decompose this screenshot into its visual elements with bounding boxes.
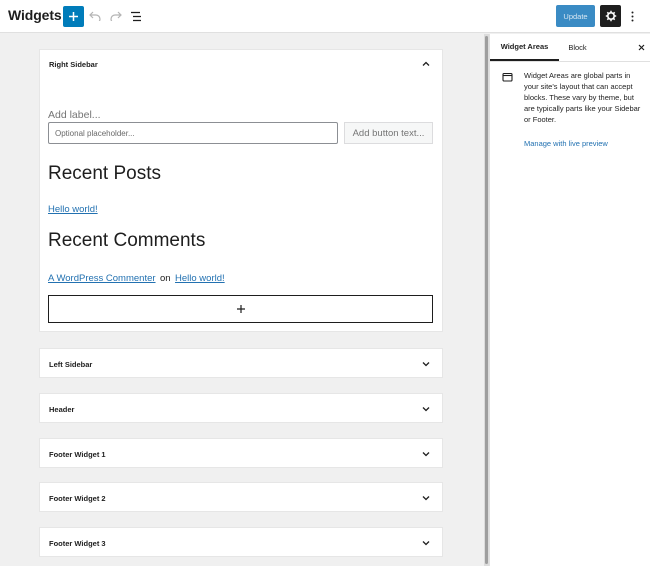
widget-area-title: Footer Widget 3 [49, 539, 106, 548]
close-sidebar-button[interactable] [636, 42, 646, 52]
tab-block[interactable]: Block [559, 34, 596, 61]
more-options-button[interactable] [627, 8, 637, 24]
redo-icon [110, 11, 122, 21]
more-vertical-icon [631, 11, 633, 21]
manage-live-preview-link[interactable]: Manage with live preview [524, 139, 608, 148]
widget-area-title: Footer Widget 1 [49, 450, 106, 459]
recent-comments-list: A WordPress Commenter on Hello world! [48, 268, 225, 286]
chevron-down-icon [422, 407, 430, 412]
search-label-placeholder[interactable]: Add label... [48, 109, 101, 121]
widget-area-header[interactable]: Header [39, 393, 443, 423]
chevron-down-icon [422, 362, 430, 367]
post-link[interactable]: Hello world! [48, 204, 98, 215]
comment-author-link[interactable]: A WordPress Commenter [48, 273, 156, 284]
search-button-text[interactable]: Add button text... [344, 122, 433, 144]
recent-posts-list: Hello world! [48, 199, 98, 217]
widget-area-icon [502, 72, 513, 82]
list-view-icon [131, 11, 141, 21]
comment-connector: on [159, 273, 171, 284]
close-icon [638, 44, 644, 50]
widget-area-footer-3[interactable]: Footer Widget 3 [39, 527, 443, 557]
plus-icon [69, 12, 78, 21]
tab-widget-areas[interactable]: Widget Areas [490, 34, 559, 61]
chevron-down-icon [422, 452, 430, 457]
add-block-button[interactable] [63, 6, 84, 27]
widgets-editor: Widgets Update Right Sidebar Add label..… [0, 0, 650, 566]
plus-icon [236, 305, 245, 313]
chevron-up-icon [422, 61, 430, 66]
widget-area-title: Footer Widget 2 [49, 494, 106, 503]
widget-area-left-sidebar[interactable]: Left Sidebar [39, 348, 443, 378]
widget-area-title: Left Sidebar [49, 360, 93, 369]
update-button[interactable]: Update [556, 5, 595, 27]
recent-posts-heading[interactable]: Recent Posts [48, 163, 161, 185]
search-input[interactable]: Optional placeholder... [48, 122, 338, 144]
undo-button[interactable] [87, 8, 103, 24]
chevron-down-icon [422, 541, 430, 546]
chevron-down-icon [422, 496, 430, 501]
widget-area-title: Right Sidebar [49, 60, 98, 69]
settings-sidebar: Widget Areas Block Widget Areas are glob… [489, 34, 650, 566]
widget-area-title: Header [49, 405, 75, 414]
settings-button[interactable] [600, 5, 621, 27]
undo-icon [89, 11, 101, 21]
canvas-scrollbar-thumb[interactable] [485, 36, 488, 564]
widget-area-right-sidebar: Right Sidebar [39, 49, 443, 332]
gear-icon [605, 10, 616, 22]
redo-button[interactable] [108, 8, 124, 24]
widget-area-toggle[interactable]: Right Sidebar [40, 50, 442, 80]
header-toolbar: Widgets Update [0, 0, 650, 33]
comment-post-link[interactable]: Hello world! [175, 273, 225, 284]
widget-area-footer-2[interactable]: Footer Widget 2 [39, 482, 443, 512]
page-title: Widgets [8, 7, 62, 23]
tab-divider [490, 61, 650, 62]
widget-area-footer-1[interactable]: Footer Widget 1 [39, 438, 443, 468]
recent-comments-heading[interactable]: Recent Comments [48, 230, 205, 252]
list-view-button[interactable] [128, 8, 144, 24]
widget-areas-description: Widget Areas are global parts in your si… [524, 71, 641, 124]
block-appender-button[interactable] [48, 295, 433, 323]
